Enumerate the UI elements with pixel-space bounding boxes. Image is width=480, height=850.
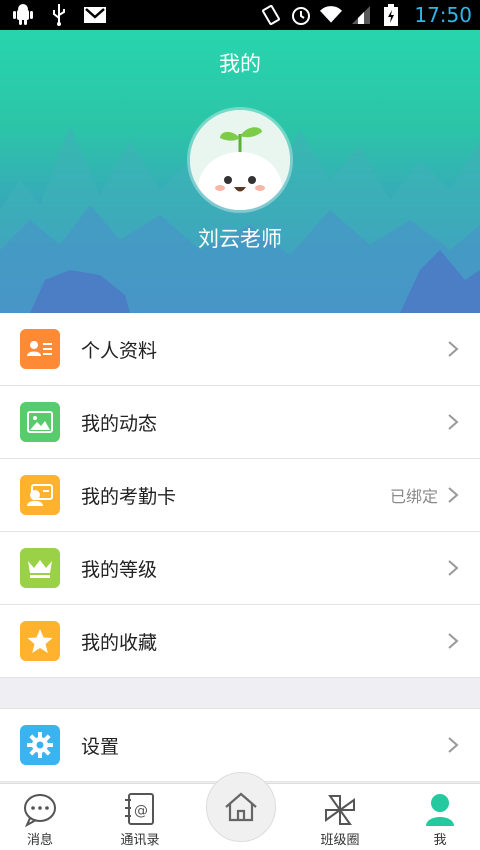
status-bar: 17:50 [0,0,480,30]
battery-charging-icon [380,4,402,26]
mail-icon [84,4,106,26]
chevron-right-icon [448,633,459,649]
menu-item-label: 我的动态 [81,412,158,435]
sprout-mascot-icon [190,110,290,210]
menu-item-settings[interactable]: 设置 [0,708,480,782]
svg-text:@: @ [134,803,148,819]
avatar[interactable] [190,110,290,210]
tab-label: 我 [433,833,447,848]
chat-bubble-icon [24,794,56,828]
menu-item-label: 我的考勤卡 [81,485,177,508]
contacts-book-icon: @ [125,793,154,825]
android-debug-icon [12,4,34,26]
menu-item-label: 设置 [81,735,120,758]
alarm-icon [290,4,312,26]
usb-icon [48,4,70,26]
tab-me[interactable]: 我 [400,784,480,850]
profile-card-icon [20,329,60,369]
crown-icon [20,548,60,588]
pinwheel-icon [325,795,355,825]
home-icon [225,792,257,822]
username: 刘云老师 [198,227,282,251]
menu-list: 个人资料 我的动态 我的考勤卡 已绑定 我的等级 我的收藏 [0,313,480,678]
menu-item-label: 个人资料 [81,339,158,362]
gear-icon [20,725,60,765]
tab-class-circle[interactable]: 班级圈 [300,784,380,850]
menu-item-favorites[interactable]: 我的收藏 [0,605,480,678]
chevron-right-icon [448,414,459,430]
menu-item-label: 我的收藏 [81,631,158,654]
wifi-icon [320,4,343,26]
star-icon [20,621,60,661]
menu-item-attendance-card[interactable]: 我的考勤卡 已绑定 [0,459,480,532]
bottom-nav: 消息 @ 通讯录 班级圈 我 [0,772,480,850]
chevron-right-icon [448,487,459,503]
tab-messages[interactable]: 消息 [0,784,80,850]
menu-item-profile[interactable]: 个人资料 [0,313,480,386]
profile-header: 我的 刘云老师 [0,30,480,313]
tab-label: 消息 [26,833,53,848]
menu-item-my-posts[interactable]: 我的动态 [0,386,480,459]
image-icon [20,402,60,442]
tab-label: 班级圈 [320,833,360,848]
menu-item-level[interactable]: 我的等级 [0,532,480,605]
home-button[interactable] [206,772,276,842]
chevron-right-icon [448,341,459,357]
person-icon [426,794,454,826]
tab-label: 通讯录 [120,833,160,848]
menu-item-label: 我的等级 [81,558,158,581]
settings-section: 设置 [0,708,480,782]
chevron-right-icon [448,737,459,753]
vibrate-icon [260,4,282,26]
tab-contacts[interactable]: @ 通讯录 [100,784,180,850]
clock-time: 17:50 [414,3,472,27]
page-title: 我的 [219,52,261,76]
chevron-right-icon [448,560,459,576]
attendance-card-icon [20,475,60,515]
signal-icon [350,4,372,26]
menu-item-value: 已绑定 [389,487,438,506]
